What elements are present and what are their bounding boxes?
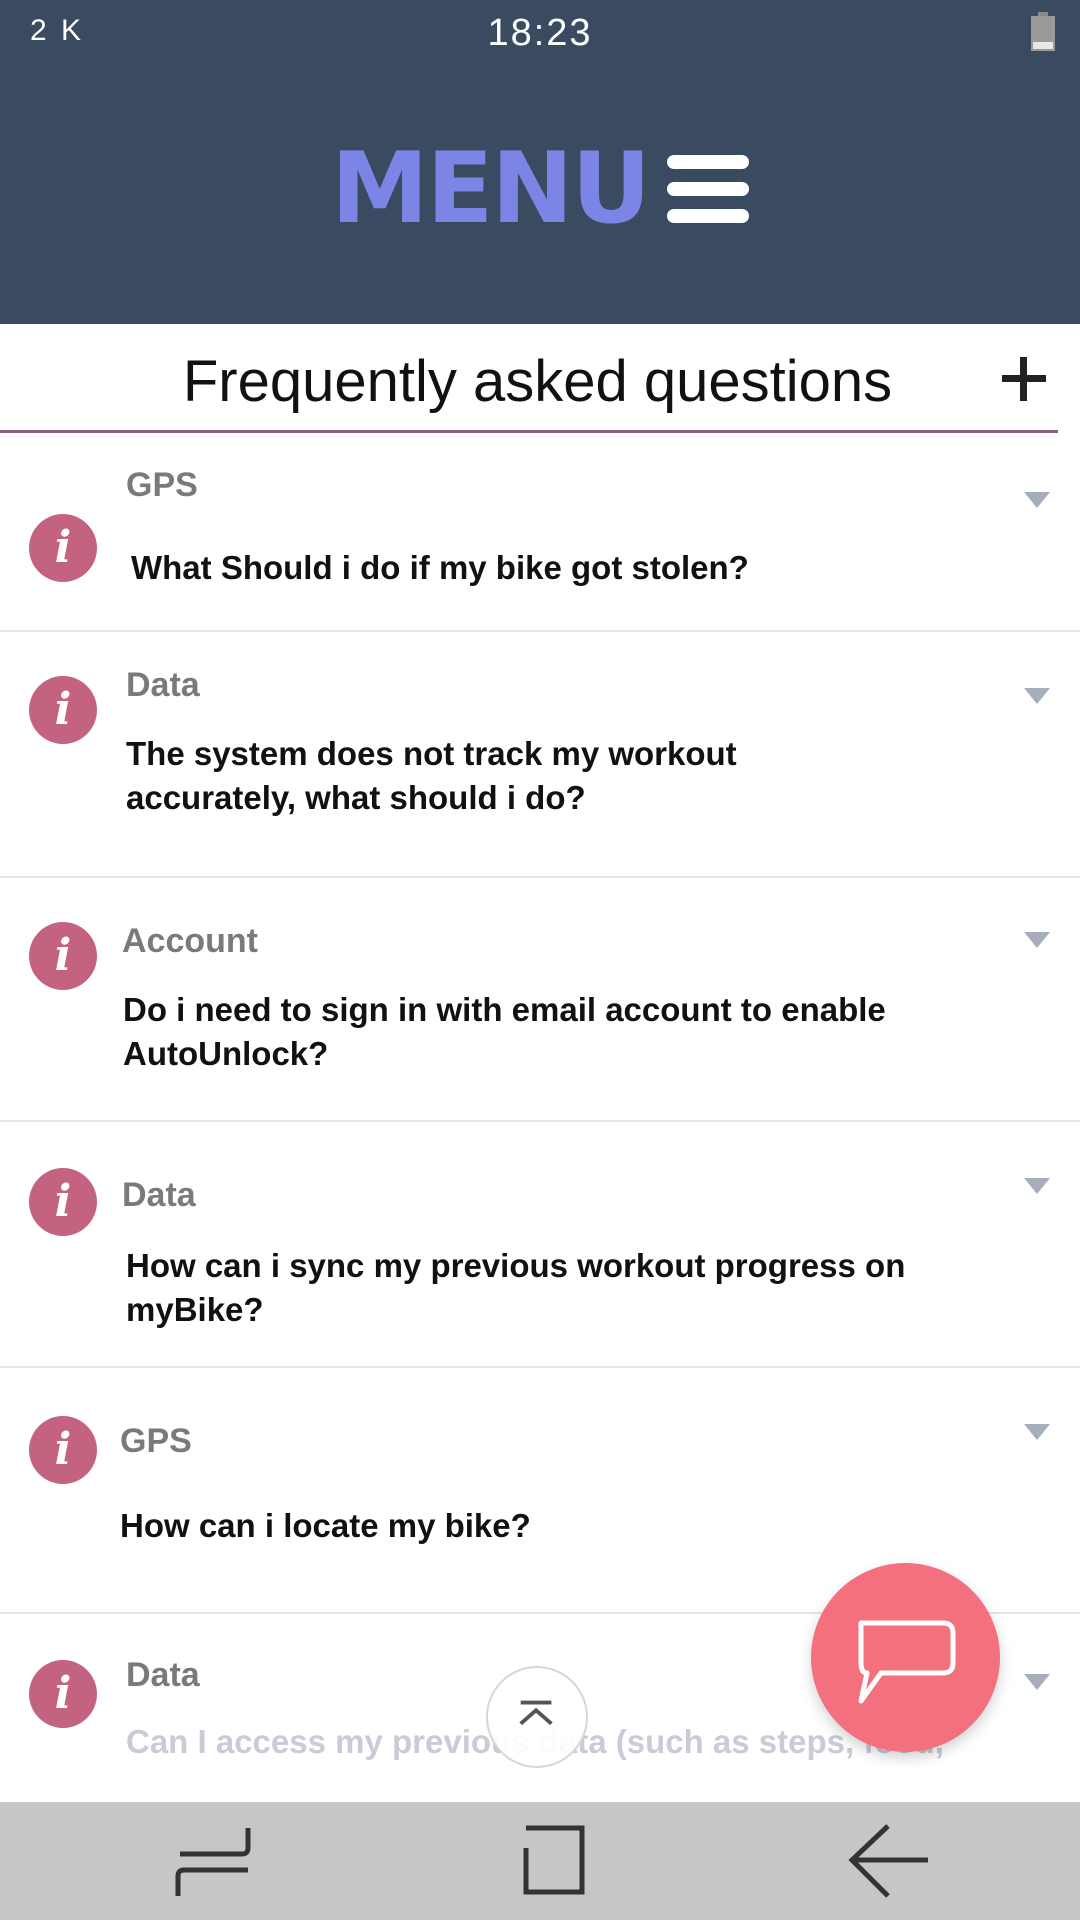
title-underline <box>0 430 1058 433</box>
info-icon: i <box>29 1660 97 1728</box>
faq-category: GPS <box>120 1422 192 1460</box>
faq-category: Data <box>126 1656 200 1694</box>
faq-item[interactable]: i GPS What Should i do if my bike got st… <box>0 434 1080 632</box>
faq-question: What Should i do if my bike got stolen? <box>131 549 749 586</box>
recent-apps-icon[interactable] <box>168 1822 258 1902</box>
faq-item[interactable]: i Account Do i need to sign in with emai… <box>0 878 1080 1122</box>
info-icon: i <box>29 1168 97 1236</box>
plus-icon[interactable] <box>1000 355 1048 403</box>
info-icon: i <box>29 1416 97 1484</box>
chevron-down-icon[interactable] <box>1024 1178 1050 1194</box>
faq-question: How can i sync my previous workout progr… <box>126 1247 906 1328</box>
chat-button[interactable] <box>811 1563 1000 1752</box>
chevron-down-icon[interactable] <box>1024 932 1050 948</box>
faq-category: Data <box>122 1176 196 1214</box>
info-icon: i <box>29 514 97 582</box>
faq-item[interactable]: i Data How can i sync my previous workou… <box>0 1122 1080 1368</box>
navigation-bar <box>0 1802 1080 1920</box>
app-header: MENU <box>0 64 1080 324</box>
page-title: Frequently asked questions <box>182 349 893 414</box>
chevron-up-icon <box>519 1700 553 1726</box>
home-icon[interactable] <box>506 1822 596 1902</box>
menu-toggle[interactable]: MENU <box>0 132 1080 246</box>
info-icon: i <box>29 676 97 744</box>
faq-category: Data <box>126 666 200 704</box>
hamburger-icon[interactable] <box>667 155 750 223</box>
faq-question: Do i need to sign in with email account … <box>123 991 886 1072</box>
faq-question: The system does not track my workout acc… <box>126 735 737 816</box>
status-bar: 2 K 18:23 <box>0 0 1080 64</box>
status-time: 18:23 <box>487 12 593 54</box>
menu-title: MENU <box>330 132 651 246</box>
info-icon: i <box>29 922 97 990</box>
faq-question: How can i locate my bike? <box>120 1507 531 1544</box>
back-icon[interactable] <box>844 1822 934 1902</box>
scroll-to-top-button[interactable] <box>486 1666 588 1768</box>
faq-title-row: Frequently asked questions <box>0 324 1080 434</box>
chevron-down-icon[interactable] <box>1024 688 1050 704</box>
faq-category: Account <box>122 922 258 960</box>
chevron-down-icon[interactable] <box>1024 1424 1050 1440</box>
chevron-down-icon[interactable] <box>1024 492 1050 508</box>
battery-icon <box>1031 12 1055 51</box>
chat-bubble-icon <box>858 1620 956 1704</box>
chevron-down-icon[interactable] <box>1024 1674 1050 1690</box>
faq-item[interactable]: i Data The system does not track my work… <box>0 632 1080 878</box>
faq-category: GPS <box>126 466 198 504</box>
